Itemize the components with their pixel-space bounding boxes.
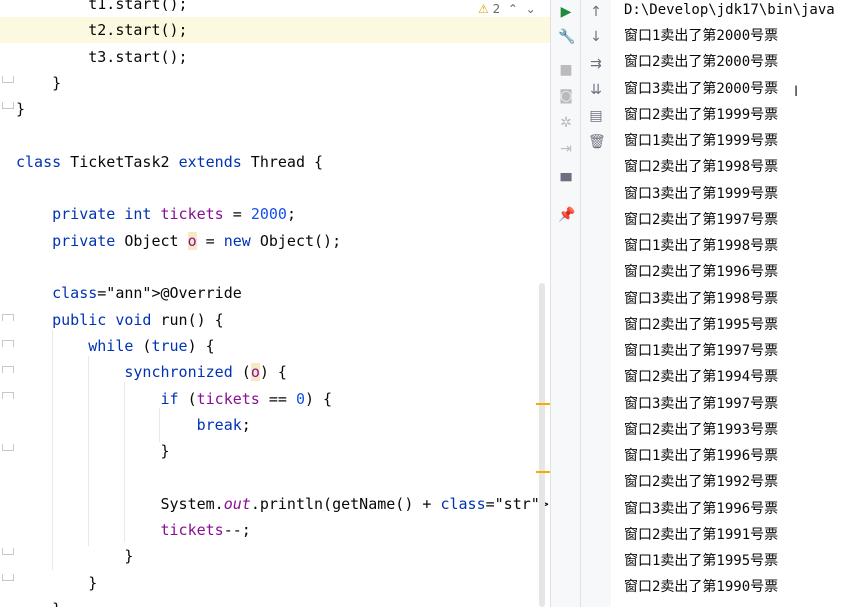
warning-icon: ⚠ bbox=[478, 2, 489, 16]
wrench-icon[interactable]: 🔧 bbox=[558, 29, 575, 45]
down-arrow-icon[interactable]: ↓ bbox=[588, 29, 604, 45]
chevron-down-icon[interactable]: ⌄ bbox=[522, 2, 536, 16]
console-line: 窗口2卖出了第1998号票 bbox=[624, 159, 779, 176]
code-line[interactable]: } bbox=[16, 96, 25, 122]
inspection-widget[interactable]: ⚠ 2 ⌃ ⌄ bbox=[478, 2, 536, 16]
console-line: 窗口2卖出了第1997号票 bbox=[624, 211, 779, 228]
up-arrow-icon[interactable]: ↑ bbox=[588, 4, 604, 20]
console-line: 窗口2卖出了第1994号票 bbox=[624, 369, 779, 386]
camera-icon[interactable]: ◙ bbox=[558, 88, 574, 104]
code-line[interactable]: } bbox=[16, 570, 97, 596]
fold-marker-icon[interactable] bbox=[2, 366, 14, 373]
code-line[interactable]: class TicketTask2 extends Thread { bbox=[16, 149, 323, 175]
text-cursor-icon: I bbox=[794, 84, 799, 100]
code-line[interactable]: t2.start(); bbox=[0, 17, 550, 44]
code-line[interactable]: tickets--; bbox=[16, 517, 251, 543]
scroll-end-icon[interactable]: ⇊ bbox=[588, 82, 604, 98]
code-line[interactable]: } bbox=[16, 438, 169, 464]
console-command-line: D:\Develop\jdk17\bin\java bbox=[624, 2, 835, 18]
soft-wrap-icon[interactable]: ⇉ bbox=[588, 56, 604, 72]
warning-count: 2 bbox=[492, 2, 501, 16]
code-line[interactable]: private Object o = new Object(); bbox=[16, 228, 341, 254]
run-icon[interactable]: ▶ bbox=[558, 4, 574, 20]
console-line: 窗口2卖出了第1990号票 bbox=[624, 579, 779, 596]
console-toolbar: ↑ ↓ ⇉ ⇊ ▤ 🗑 bbox=[580, 0, 612, 607]
code-line[interactable]: public void run() { bbox=[16, 307, 224, 333]
chevron-up-icon[interactable]: ⌃ bbox=[504, 2, 518, 16]
fold-marker-icon[interactable] bbox=[2, 314, 14, 321]
fold-marker-icon[interactable] bbox=[2, 444, 14, 451]
warning-stripe[interactable] bbox=[536, 471, 550, 473]
console-line: 窗口3卖出了第2000号票 bbox=[624, 80, 779, 97]
console-line: 窗口1卖出了第2000号票 bbox=[624, 28, 779, 44]
code-line[interactable]: synchronized (o) { bbox=[16, 359, 287, 385]
pin-icon[interactable]: 📌 bbox=[558, 207, 575, 223]
code-line[interactable]: System.out.println(getName() + class="st… bbox=[16, 491, 550, 517]
code-editor[interactable]: t1.start(); t2.start(); t3.start(); }} cl… bbox=[0, 0, 550, 607]
code-line[interactable]: } bbox=[16, 596, 61, 607]
code-line[interactable]: class="ann">@Override bbox=[16, 280, 242, 306]
console-line: 窗口1卖出了第1997号票 bbox=[624, 343, 779, 359]
print-icon[interactable]: ▤ bbox=[588, 108, 604, 124]
stop-icon[interactable]: ■ bbox=[558, 62, 574, 78]
editor-scrollbar[interactable] bbox=[539, 283, 545, 607]
console-line: 窗口1卖出了第1995号票 bbox=[624, 553, 779, 569]
console-line: 窗口2卖出了第1992号票 bbox=[624, 474, 779, 491]
console-line: 窗口2卖出了第1999号票 bbox=[624, 106, 779, 123]
bug-icon[interactable]: ✲ bbox=[558, 115, 574, 131]
console-line: 窗口3卖出了第1999号票 bbox=[624, 185, 779, 202]
code-line[interactable]: while (true) { bbox=[16, 333, 214, 359]
console-line: 窗口1卖出了第1996号票 bbox=[624, 448, 779, 464]
code-line[interactable]: private int tickets = 2000; bbox=[16, 201, 296, 227]
console-line: 窗口1卖出了第1998号票 bbox=[624, 238, 779, 254]
console-line: 窗口3卖出了第1996号票 bbox=[624, 500, 779, 517]
code-line[interactable]: t3.start(); bbox=[16, 44, 187, 70]
fold-marker-icon[interactable] bbox=[2, 574, 14, 581]
code-line[interactable]: t1.start(); bbox=[16, 0, 187, 17]
code-line[interactable]: break; bbox=[16, 412, 251, 438]
exit-icon[interactable]: ⇥ bbox=[558, 141, 574, 157]
fold-marker-icon[interactable] bbox=[2, 76, 14, 83]
console-line: 窗口3卖出了第1998号票 bbox=[624, 290, 779, 307]
fold-marker-icon[interactable] bbox=[2, 548, 14, 555]
console-output[interactable]: D:\Develop\jdk17\bin\java 窗口1卖出了第2000号票窗… bbox=[611, 0, 846, 607]
code-line[interactable]: } bbox=[16, 70, 61, 96]
console-line: 窗口2卖出了第2000号票 bbox=[624, 54, 779, 71]
console-line: 窗口2卖出了第1993号票 bbox=[624, 421, 779, 438]
code-line[interactable]: if (tickets == 0) { bbox=[16, 386, 333, 412]
run-toolbar: ▶ 🔧 ■ ◙ ✲ ⇥ ▀ 📌 bbox=[550, 0, 581, 607]
console-line: 窗口1卖出了第1999号票 bbox=[624, 133, 779, 149]
console-line: 窗口2卖出了第1996号票 bbox=[624, 264, 779, 281]
warning-stripe[interactable] bbox=[536, 403, 550, 405]
code-line[interactable]: } bbox=[16, 543, 133, 569]
console-line: 窗口2卖出了第1995号票 bbox=[624, 316, 779, 333]
fold-marker-icon[interactable] bbox=[2, 392, 14, 399]
layout-icon[interactable]: ▀ bbox=[558, 174, 574, 190]
fold-marker-icon[interactable] bbox=[2, 102, 14, 109]
console-line: 窗口3卖出了第1997号票 bbox=[624, 395, 779, 412]
console-line: 窗口2卖出了第1991号票 bbox=[624, 526, 779, 543]
trash-icon[interactable]: 🗑 bbox=[588, 134, 606, 150]
fold-marker-icon[interactable] bbox=[2, 340, 14, 347]
